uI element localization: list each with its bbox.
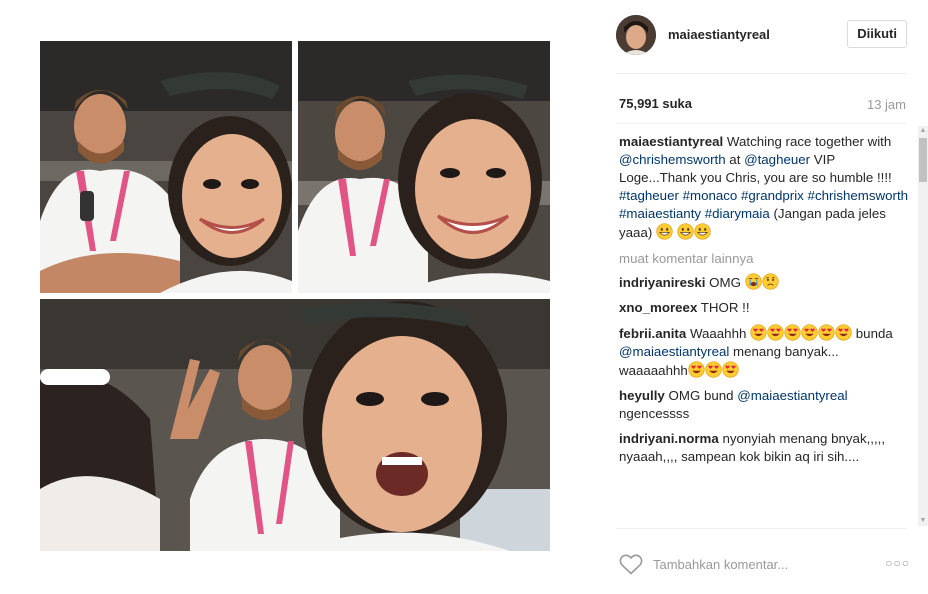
avatar[interactable] [616,15,656,55]
comment-username[interactable]: febrii.anita [619,326,686,341]
hashtag-link[interactable]: #tagheuer [619,188,679,203]
add-comment-input[interactable] [653,554,873,574]
post-header: maiaestiantyreal Diikuti [616,15,907,55]
heart-eyes-emoji-icon [722,361,739,378]
heart-eyes-emoji-icon [818,324,835,341]
scroll-down-arrow-icon[interactable]: ▼ [918,516,928,526]
post-timestamp[interactable]: 13 jam [867,97,906,112]
mention-link[interactable]: @maiaestiantyreal [737,388,847,403]
worried-emoji-icon [761,273,779,290]
mention-link[interactable]: @maiaestiantyreal [619,344,729,359]
comment-username[interactable]: heyully [619,388,665,403]
hashtag-link[interactable]: #grandprix [741,188,804,203]
hashtag-link[interactable]: #chrishemsworth [808,188,909,203]
grinning-emoji-icon [694,223,711,240]
heart-eyes-emoji-icon [705,361,722,378]
caption-username[interactable]: maiaestiantyreal [619,134,723,149]
scroll-up-arrow-icon[interactable]: ▲ [918,126,928,136]
photo-selfie-1 [40,41,292,293]
comment-text: OMG bund [664,388,738,403]
heart-eyes-emoji-icon [750,324,767,341]
mention-link[interactable]: @chrishemsworth [619,152,726,167]
heart-eyes-emoji-icon [835,324,852,341]
post-photo-collage[interactable] [40,41,550,551]
comment-item: indriyani.norma nyonyiah menang bnyak,,,… [619,430,909,466]
comment-text: THOR !! [697,300,750,315]
comment-text: Waaahhh [686,326,751,341]
more-options-icon[interactable]: ○○○ [885,556,910,570]
comment-item: indriyanireski OMG [619,273,909,292]
comments-list[interactable]: maiaestiantyreal Watching race together … [619,133,909,523]
comments-scrollbar[interactable]: ▲ ▼ [918,126,928,526]
post-side-panel: maiaestiantyreal Diikuti 75,991 suka 13 … [601,0,928,594]
heart-outline-icon[interactable] [619,553,643,575]
caption-text: Watching race together with [723,134,892,149]
comment-username[interactable]: indriyanireski [619,275,705,290]
heart-eyes-emoji-icon [801,324,818,341]
photo-selfie-3 [40,299,550,551]
post-caption: maiaestiantyreal Watching race together … [619,133,909,242]
caption-text: at [725,152,745,167]
heart-eyes-emoji-icon [767,324,784,341]
like-count[interactable]: 75,991 suka [619,96,692,111]
comment-text: OMG [705,275,745,290]
comment-username[interactable]: xno_moreex [619,300,697,315]
load-more-comments-link[interactable]: muat komentar lainnya [619,250,909,268]
scrollbar-thumb[interactable] [919,138,927,182]
comment-item: febrii.anita Waaahhh bunda @maiaestianty… [619,324,909,380]
post-author-username[interactable]: maiaestiantyreal [668,27,770,42]
grinning-emoji-icon [656,223,673,240]
header-divider [616,73,907,74]
stats-divider [616,123,907,124]
comment-username[interactable]: indriyani.norma [619,431,719,446]
footer-divider [616,528,907,529]
comment-text: bunda [852,326,893,341]
comment-item: xno_moreex THOR !! [619,299,909,317]
heart-eyes-emoji-icon [784,324,801,341]
hashtag-link[interactable]: #monaco [683,188,738,203]
comment-bar: ○○○ [619,550,910,580]
comment-item: heyully OMG bund @maiaestiantyreal ngenc… [619,387,909,423]
following-button[interactable]: Diikuti [847,20,907,48]
grinning-emoji-icon [677,223,694,240]
mention-link[interactable]: @tagheuer [744,152,810,167]
comment-text: ngencessss [619,406,690,421]
heart-eyes-emoji-icon [688,361,705,378]
crying-emoji-icon [744,273,762,290]
hashtag-link[interactable]: #maiaestianty [619,206,701,221]
photo-selfie-2 [298,41,550,293]
hashtag-link[interactable]: #diarymaia [705,206,770,221]
